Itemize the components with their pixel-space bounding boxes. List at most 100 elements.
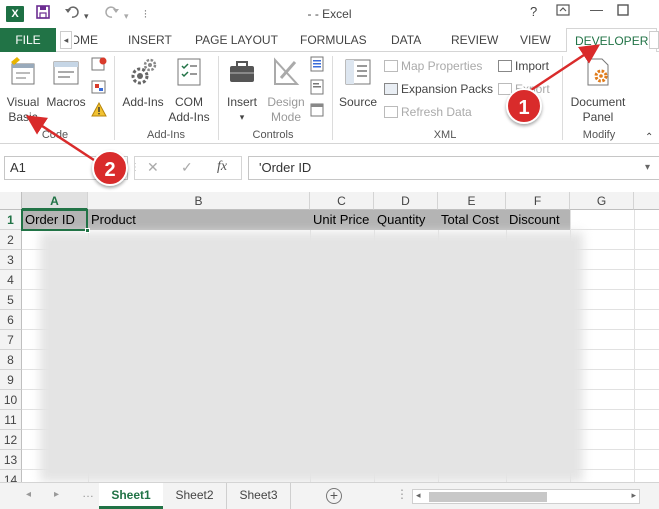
column-header-g[interactable]: G [570, 192, 634, 210]
sheet-tab-sheet3[interactable]: Sheet3 [227, 483, 291, 509]
row-header-1[interactable]: 1 [0, 210, 22, 230]
row-header-11[interactable]: 11 [0, 410, 22, 430]
select-all-corner[interactable] [0, 192, 22, 210]
document-panel-icon [566, 56, 630, 92]
import-icon [498, 60, 512, 72]
map-properties-button[interactable]: Map Properties [384, 58, 482, 74]
record-macro-icon[interactable] [91, 56, 107, 76]
document-panel-button[interactable]: Document Panel [566, 56, 630, 125]
insert-controls-button[interactable]: Insert ▾ [222, 56, 262, 125]
row-header-9[interactable]: 9 [0, 370, 22, 390]
ribbon-display-options-icon[interactable] [556, 4, 570, 19]
relative-references-icon[interactable] [91, 79, 107, 99]
horizontal-scrollbar[interactable]: ◂ ▸ [412, 489, 640, 504]
macros-label: Macros [46, 95, 86, 109]
visual-basic-label-1: Visual [6, 95, 40, 109]
scroll-right-arrow-icon[interactable]: ▸ [631, 490, 636, 501]
design-mode-button[interactable]: Design Mode [264, 56, 308, 125]
row-header-13[interactable]: 13 [0, 450, 22, 470]
view-code-icon[interactable] [309, 79, 325, 99]
callout-step-1: 1 [506, 88, 542, 124]
row-header-3[interactable]: 3 [0, 250, 22, 270]
enter-icon[interactable]: ✓ [181, 159, 193, 176]
macros-button[interactable]: Macros [44, 56, 88, 110]
run-dialog-icon[interactable] [309, 102, 325, 122]
scroll-thumb[interactable] [429, 492, 547, 502]
sheet-tab-sheet1[interactable]: Sheet1 [99, 483, 163, 509]
xml-group-label: XML [433, 129, 457, 141]
com-add-ins-button[interactable]: COM Add-Ins [166, 56, 212, 125]
help-icon[interactable]: ? [530, 4, 537, 19]
visual-basic-button[interactable]: Visual Basic [2, 56, 44, 125]
scroll-left-arrow-icon[interactable]: ◂ [416, 490, 421, 501]
scroll-sheets-left-icon[interactable]: ◂ [26, 489, 31, 500]
design-mode-label-2: Mode [270, 110, 302, 124]
expansion-packs-label: Expansion Packs [401, 82, 494, 96]
expansion-packs-button[interactable]: Expansion Packs [384, 81, 493, 97]
source-label: Source [338, 95, 378, 109]
row-header-8[interactable]: 8 [0, 350, 22, 370]
source-button[interactable]: Source [336, 56, 380, 110]
separator [332, 56, 333, 140]
worksheet-grid[interactable]: A B C D E F G 1 2 3 4 5 6 7 8 9 10 11 12 13 14 Order … [0, 192, 659, 482]
com-add-ins-icon [166, 56, 212, 92]
sheet-tab-sheet2[interactable]: Sheet2 [163, 483, 227, 509]
formula-input[interactable]: 'Order ID [248, 156, 659, 180]
controls-group-label: Controls [252, 129, 294, 141]
scroll-sheets-right-icon[interactable]: ▸ [54, 489, 59, 500]
tab-data[interactable]: DATA [391, 28, 421, 52]
column-header-e[interactable]: E [438, 192, 506, 210]
row-header-14[interactable]: 14 [0, 470, 22, 482]
expand-formula-bar-icon[interactable]: ▾ [645, 162, 650, 173]
row-header-2[interactable]: 2 [0, 230, 22, 250]
tab-developer[interactable]: DEVELOPER [566, 28, 658, 53]
row-header-5[interactable]: 5 [0, 290, 22, 310]
new-sheet-icon[interactable]: + [326, 488, 342, 504]
column-header-f[interactable]: F [506, 192, 570, 210]
header-cell-discount[interactable]: Discount [506, 210, 570, 230]
cancel-icon[interactable]: ✕ [147, 159, 159, 176]
tab-file[interactable]: FILE [0, 28, 56, 52]
refresh-data-button[interactable]: Refresh Data [384, 104, 472, 120]
maximize-icon[interactable] [617, 4, 629, 19]
sheet-nav-more-icon[interactable]: … [82, 486, 94, 500]
separator [218, 56, 219, 140]
macro-security-icon[interactable] [91, 101, 107, 122]
tab-scroll-left-icon[interactable]: ◂ [60, 31, 72, 49]
fill-handle[interactable] [85, 228, 90, 233]
tab-review[interactable]: REVIEW [451, 28, 498, 52]
column-header-d[interactable]: D [374, 192, 438, 210]
row-header-12[interactable]: 12 [0, 430, 22, 450]
import-label: Import [515, 59, 550, 73]
import-button[interactable]: Import [498, 58, 549, 74]
tab-page-layout[interactable]: PAGE LAYOUT [195, 28, 278, 52]
tab-scroll-right[interactable] [649, 31, 659, 49]
column-header-b[interactable]: B [88, 192, 310, 210]
column-header-c[interactable]: C [310, 192, 374, 210]
tab-formulas[interactable]: FORMULAS [300, 28, 367, 52]
row-header-6[interactable]: 6 [0, 310, 22, 330]
properties-icon[interactable] [309, 56, 325, 76]
header-cell-product[interactable]: Product [88, 210, 310, 230]
header-cell-total-cost[interactable]: Total Cost [438, 210, 506, 230]
split-bar-icon[interactable]: ⋮ [396, 487, 408, 501]
column-header-a[interactable]: A [22, 192, 88, 210]
add-ins-button[interactable]: Add-Ins [118, 56, 168, 110]
tab-home[interactable]: HOME [74, 28, 100, 52]
active-cell-outline [21, 209, 88, 231]
blurred-data-region [40, 232, 583, 482]
add-ins-label: Add-Ins [122, 95, 164, 109]
header-cell-unit-price[interactable]: Unit Price [310, 210, 374, 230]
insert-function-icon[interactable]: fx [217, 159, 227, 175]
column-header-h[interactable] [634, 192, 659, 210]
header-cell-quantity[interactable]: Quantity [374, 210, 438, 230]
minimize-icon[interactable]: — [590, 2, 603, 17]
ribbon-tabs: FILE ◂ HOME INSERT PAGE LAYOUT FORMULAS … [0, 28, 659, 53]
collapse-ribbon-icon[interactable]: ⌃ [645, 130, 653, 146]
row-header-4[interactable]: 4 [0, 270, 22, 290]
row-header-7[interactable]: 7 [0, 330, 22, 350]
tab-insert[interactable]: INSERT [128, 28, 172, 52]
gears-icon [118, 56, 168, 92]
tab-view[interactable]: VIEW [520, 28, 551, 52]
row-header-10[interactable]: 10 [0, 390, 22, 410]
